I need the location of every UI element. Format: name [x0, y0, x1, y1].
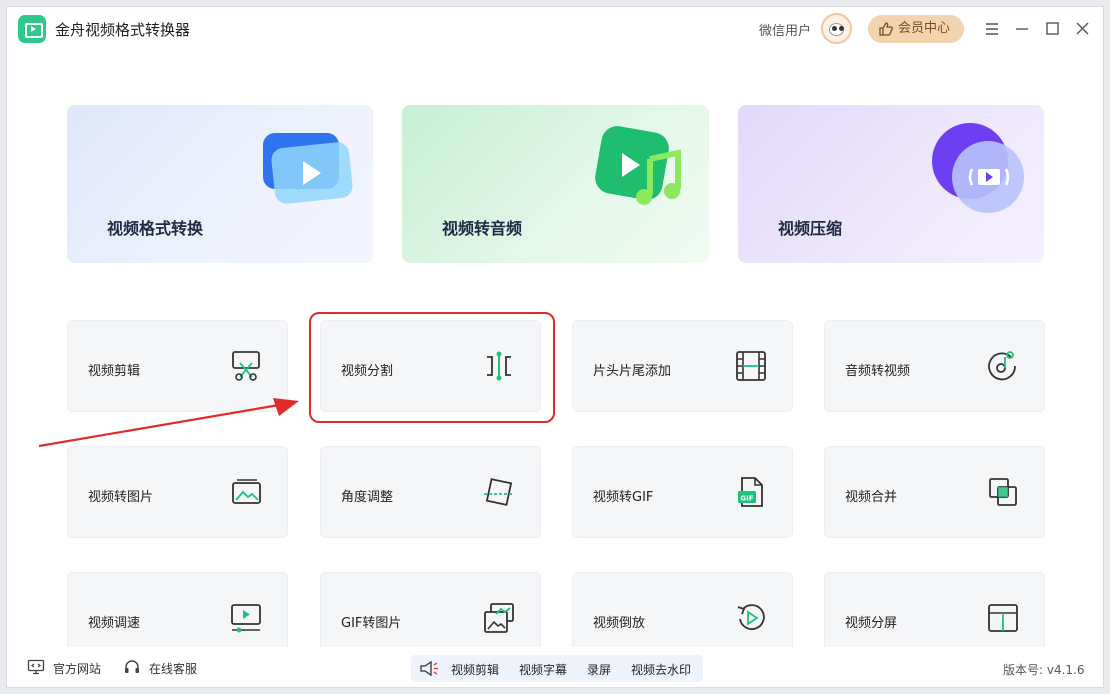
rotate-crop-icon: [484, 478, 514, 506]
tool-label: 视频倒放: [593, 616, 646, 631]
svg-text:GIF: GIF: [740, 495, 753, 503]
monitor-icon: [27, 659, 45, 675]
tool-label: 音频转视频: [845, 364, 911, 379]
online-service-link[interactable]: 在线客服: [149, 660, 197, 677]
title-bar: 金舟视频格式转换器 微信用户 会员中心: [7, 7, 1103, 51]
gif-image-icon: [484, 603, 514, 633]
speed-icon: [231, 604, 261, 633]
quick-link-remove-watermark[interactable]: 视频去水印: [631, 661, 691, 678]
quick-link-screen-record[interactable]: 录屏: [587, 661, 611, 678]
music-note-icon: [595, 126, 681, 205]
megaphone-icon: [420, 660, 438, 677]
tool-audio-to-video[interactable]: 音频转视频: [824, 320, 1045, 412]
maximize-icon[interactable]: [1041, 18, 1063, 40]
film-strip-icon: [736, 351, 766, 381]
card-label: 视频压缩: [778, 219, 843, 238]
music-disc-icon: [988, 351, 1016, 381]
gif-file-icon: GIF: [738, 477, 763, 507]
app-title: 金舟视频格式转换器: [55, 21, 191, 39]
quick-link-video-edit[interactable]: 视频剪辑: [451, 661, 499, 678]
card-video-format-convert[interactable]: 视频格式转换: [67, 105, 373, 263]
tool-label: 角度调整: [341, 490, 394, 505]
image-icon: [232, 479, 261, 504]
version-label: 版本号: v4.1.6: [1003, 663, 1085, 677]
split-screen-icon: [988, 604, 1018, 632]
app-logo-icon: [18, 15, 46, 43]
tool-video-to-gif[interactable]: 视频转GIF GIF: [572, 446, 793, 538]
video-play-icon: [263, 133, 353, 204]
highlight-box: [309, 312, 555, 423]
tool-label: 视频分屏: [845, 616, 898, 631]
annotation-arrow-icon: [38, 398, 299, 448]
headset-icon: [125, 660, 139, 673]
tool-label: 视频剪辑: [88, 364, 141, 379]
panda-eye-icon: [839, 26, 844, 31]
quick-link-video-subtitle[interactable]: 视频字幕: [519, 661, 567, 678]
quick-bar: 视频剪辑 视频字幕 录屏 视频去水印: [411, 655, 703, 682]
tool-label: 片头片尾添加: [593, 364, 672, 379]
card-label: 视频格式转换: [107, 219, 204, 238]
scissors-icon: [232, 351, 260, 381]
card-label: 视频转音频: [442, 219, 523, 238]
minimize-icon[interactable]: [1011, 18, 1033, 40]
footer: 官方网站 在线客服 视频剪辑 视频字幕 录屏 视频去水印 版本号: v4.1.6: [7, 647, 1103, 687]
card-video-to-audio[interactable]: 视频转音频: [402, 105, 709, 263]
close-icon[interactable]: [1071, 18, 1093, 40]
panda-eye-icon: [832, 26, 837, 31]
tool-label: 视频调速: [88, 616, 141, 631]
tool-video-to-image[interactable]: 视频转图片: [67, 446, 288, 538]
user-name[interactable]: 微信用户: [759, 20, 811, 39]
tool-label: 视频转GIF: [593, 490, 654, 505]
app-window: 金舟视频格式转换器 微信用户 会员中心 视频格式转换 视频转音频 视频压缩 视频…: [6, 6, 1104, 688]
tool-label: GIF转图片: [341, 616, 402, 631]
vip-center-button[interactable]: 会员中心: [868, 15, 964, 43]
tool-video-merge[interactable]: 视频合并: [824, 446, 1045, 538]
menu-icon[interactable]: [981, 18, 1003, 40]
avatar[interactable]: [821, 13, 852, 44]
vip-center-label: 会员中心: [898, 21, 951, 36]
tool-label: 视频转图片: [88, 490, 154, 505]
merge-icon: [989, 478, 1017, 506]
thumbs-up-icon: [879, 22, 893, 36]
tool-label: 视频合并: [845, 490, 898, 505]
official-website-link[interactable]: 官方网站: [53, 660, 101, 677]
tool-angle-adjust[interactable]: 角度调整: [320, 446, 541, 538]
tool-intro-outro[interactable]: 片头片尾添加: [572, 320, 793, 412]
reverse-icon: [737, 604, 765, 630]
card-video-compress[interactable]: 视频压缩: [738, 105, 1044, 263]
compress-icon: [932, 123, 1024, 213]
